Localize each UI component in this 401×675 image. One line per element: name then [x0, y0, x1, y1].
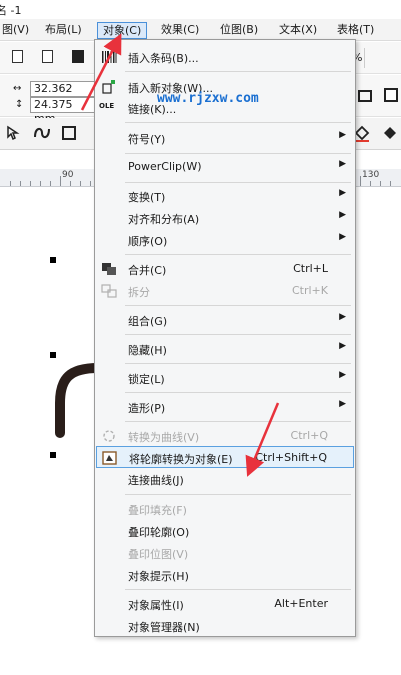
- menu-item-overprint-fill: 叠印填充(F): [128, 504, 187, 517]
- menu-item-object-hints[interactable]: 对象提示(H): [96, 564, 354, 586]
- menu-table[interactable]: 表格(T): [332, 22, 379, 39]
- menu-item-object-properties[interactable]: 对象属性(I) Alt+Enter: [96, 593, 354, 615]
- outline-fill-icon[interactable]: [380, 123, 400, 143]
- menu-bitmaps[interactable]: 位图(B): [215, 22, 263, 39]
- corner-icon[interactable]: [384, 88, 398, 102]
- barcode-icon: [102, 51, 117, 63]
- object-menu-dropdown: 插入条码(B)... 插入新对象(W)... OLE 链接(K)... 符号(Y…: [94, 39, 356, 637]
- menu-text[interactable]: 文本(X): [274, 22, 322, 39]
- outline-to-object-icon: [102, 451, 117, 465]
- menu-item-object-manager[interactable]: 对象管理器(N): [96, 615, 354, 637]
- insert-object-icon: [102, 80, 115, 94]
- menu-item-symbol[interactable]: 符号(Y) ▶: [96, 127, 354, 149]
- submenu-arrow-icon: ▶: [339, 130, 346, 140]
- menu-item-transform[interactable]: 变换(T) ▶: [96, 185, 354, 207]
- selected-curve-object[interactable]: [40, 248, 100, 448]
- selection-handle[interactable]: [50, 452, 56, 458]
- menu-object[interactable]: 对象(C): [97, 22, 148, 39]
- page-fill-icon[interactable]: [72, 50, 84, 63]
- submenu-arrow-icon: ▶: [339, 399, 346, 409]
- submenu-arrow-icon: ▶: [339, 370, 346, 380]
- menu-effects[interactable]: 效果(C): [156, 22, 204, 39]
- submenu-arrow-icon: ▶: [339, 210, 346, 220]
- menu-item-combine[interactable]: 合并(C) Ctrl+L: [96, 258, 354, 280]
- window-title: 名 -1: [0, 4, 22, 17]
- align-icon[interactable]: [358, 90, 372, 102]
- ruler-label: 90: [62, 170, 74, 180]
- toolbar-divider: [364, 48, 365, 68]
- page-icon[interactable]: [12, 50, 23, 63]
- rectangle-tool-icon[interactable]: [62, 126, 76, 140]
- title-bar: 名 -1: [0, 0, 401, 19]
- menu-item-hide[interactable]: 隐藏(H) ▶: [96, 338, 354, 360]
- menu-item-order[interactable]: 顺序(O) ▶: [96, 229, 354, 251]
- menu-item-shaping[interactable]: 造形(P) ▶: [96, 396, 354, 418]
- ole-icon: OLE: [99, 102, 115, 110]
- menu-item-insert-barcode[interactable]: 插入条码(B)...: [96, 46, 354, 68]
- shape-tool-icon[interactable]: [4, 123, 22, 143]
- combine-icon: [102, 263, 116, 275]
- submenu-arrow-icon: ▶: [339, 188, 346, 198]
- menu-item-convert-to-curves: 转换为曲线(V) Ctrl+Q: [96, 425, 354, 447]
- menu-bar: 图(V) 布局(L) 对象(C) 效果(C) 位图(B) 文本(X) 表格(T): [0, 19, 401, 41]
- height-icon: ↕: [15, 99, 24, 110]
- menu-item-powerclip[interactable]: PowerClip(W) ▶: [96, 156, 354, 178]
- menu-item-convert-outline-to-object[interactable]: 将轮廓转换为对象(E) Ctrl+Shift+Q: [96, 446, 354, 468]
- width-field[interactable]: 32.362 mm: [30, 81, 96, 109]
- submenu-arrow-icon: ▶: [339, 312, 346, 322]
- page-copy-icon[interactable]: [42, 50, 53, 63]
- menu-layout[interactable]: 布局(L): [40, 22, 87, 39]
- submenu-arrow-icon: ▶: [339, 159, 346, 169]
- menu-item-align-distribute[interactable]: 对齐和分布(A) ▶: [96, 207, 354, 229]
- ruler-label: 130: [362, 170, 380, 180]
- menu-item-lock[interactable]: 锁定(L) ▶: [96, 367, 354, 389]
- menu-item-group[interactable]: 组合(G) ▶: [96, 309, 354, 331]
- freehand-tool-icon[interactable]: [32, 123, 54, 143]
- width-icon: ↔: [13, 83, 22, 94]
- menu-item-overprint-bitmap: 叠印位图(V): [128, 548, 189, 561]
- menu-view[interactable]: 图(V): [0, 22, 34, 39]
- convert-curves-icon: [103, 430, 115, 442]
- menu-item-break-apart: 拆分 Ctrl+K: [96, 280, 354, 302]
- submenu-arrow-icon: ▶: [339, 341, 346, 351]
- menu-item-join-curves[interactable]: 连接曲线(J): [96, 468, 354, 490]
- break-apart-icon: [101, 284, 117, 298]
- height-field[interactable]: 24.375 mm: [30, 97, 96, 125]
- submenu-arrow-icon: ▶: [339, 232, 346, 242]
- menu-item-overprint-outline[interactable]: 叠印轮廓(O): [96, 520, 354, 542]
- watermark-text: www.rjzxw.com: [157, 91, 259, 106]
